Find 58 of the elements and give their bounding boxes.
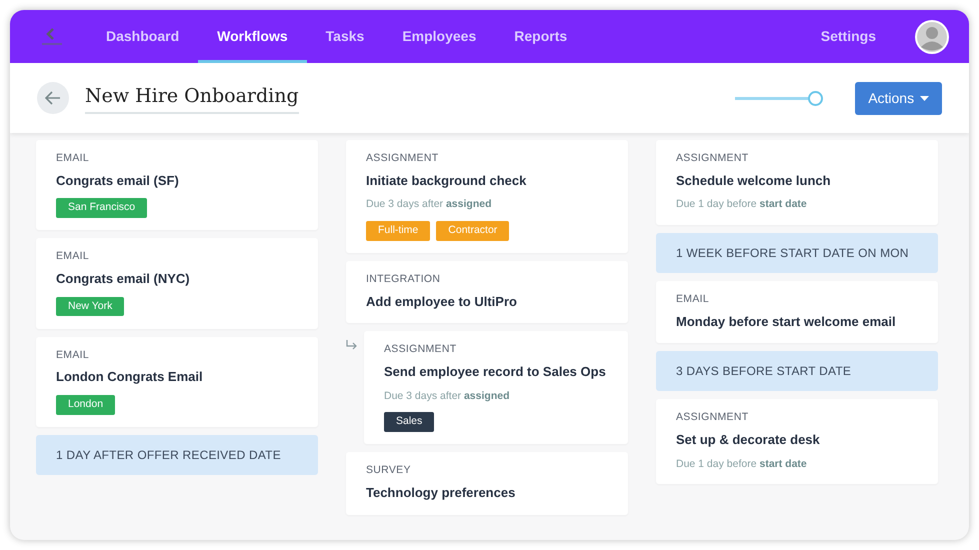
- tag: Full-time: [366, 221, 430, 241]
- task-card[interactable]: ASSIGNMENT Schedule welcome lunch Due 1 day before start date: [656, 140, 938, 225]
- tag: Contractor: [436, 221, 510, 241]
- tag: London: [56, 394, 116, 414]
- task-card[interactable]: EMAIL Congrats email (NYC) New York: [36, 238, 318, 328]
- task-card[interactable]: EMAIL London Congrats Email London: [36, 336, 318, 427]
- task-title: Technology preferences: [366, 484, 516, 502]
- nav-tab[interactable]: Reports: [495, 10, 586, 63]
- task-card[interactable]: EMAIL Congrats email (SF) San Francisco: [36, 140, 318, 230]
- back-arrow-icon: [45, 91, 61, 105]
- task-card[interactable]: ASSIGNMENT Send employee record to Sales Ops Due 3 days after assigned Sales: [364, 331, 628, 444]
- avatar-icon[interactable]: [915, 20, 949, 54]
- tag: Sales: [384, 412, 434, 432]
- task-type: INTEGRATION: [366, 272, 442, 287]
- nav-tab[interactable]: Dashboard: [87, 10, 198, 63]
- slider-thumb[interactable]: [808, 90, 824, 106]
- task-title: Monday before start welcome email: [676, 312, 897, 331]
- timing-banner: 1 WEEK BEFORE START DATE ON MON: [656, 233, 938, 273]
- task-title: Congrats email (SF): [56, 172, 180, 190]
- zoom-slider[interactable]: [735, 90, 824, 106]
- actions-button[interactable]: Actions: [855, 82, 942, 114]
- nav-tab[interactable]: Employees: [383, 10, 496, 63]
- tag: New York: [56, 296, 124, 316]
- due-text: Due 1 day before start date: [676, 197, 808, 212]
- task-type: EMAIL: [56, 348, 90, 362]
- task-title: Set up & decorate desk: [676, 431, 821, 449]
- workflow-title[interactable]: New Hire Onboarding: [85, 82, 299, 114]
- due-text: Due 3 days after assigned: [366, 197, 492, 212]
- task-title: Congrats email (NYC): [56, 270, 191, 288]
- task-title: Send employee record to Sales Ops: [384, 363, 607, 381]
- task-card[interactable]: ASSIGNMENT Initiate background check Due 3 days after assigned Full-time Contractor: [346, 140, 628, 253]
- logo-icon: [40, 26, 64, 46]
- timing-banner: 3 DAYS BEFORE START DATE: [656, 351, 938, 392]
- task-title: Schedule welcome lunch: [676, 172, 832, 190]
- due-text: Due 3 days after assigned: [384, 388, 510, 404]
- task-type: EMAIL: [56, 249, 90, 264]
- task-type: ASSIGNMENT: [676, 410, 750, 426]
- task-card[interactable]: SURVEY Technology preferences: [346, 452, 628, 514]
- caret-icon: [920, 96, 929, 102]
- task-type: ASSIGNMENT: [676, 151, 750, 166]
- settings-link[interactable]: Settings: [802, 10, 895, 63]
- task-title: Add employee to UltiPro: [366, 292, 518, 311]
- task-title: London Congrats Email: [56, 368, 204, 386]
- nav-tab[interactable]: Tasks: [306, 10, 384, 63]
- task-card[interactable]: INTEGRATION Add employee to UltiPro: [346, 261, 628, 324]
- task-card[interactable]: ASSIGNMENT Set up & decorate desk Due 1 day before start date: [656, 399, 938, 484]
- task-title: Initiate background check: [366, 172, 528, 190]
- back-button[interactable]: [37, 82, 69, 114]
- due-text: Due 1 day before start date: [676, 456, 808, 472]
- branch-arrow-icon: [346, 340, 358, 350]
- task-type: ASSIGNMENT: [384, 342, 458, 358]
- tag: San Francisco: [56, 198, 148, 218]
- task-card[interactable]: EMAIL Monday before start welcome email: [656, 281, 938, 344]
- task-type: EMAIL: [676, 292, 710, 307]
- task-type: SURVEY: [366, 463, 412, 478]
- timing-banner: 1 DAY AFTER OFFER RECEIVED DATE: [36, 434, 318, 475]
- task-type: ASSIGNMENT: [366, 151, 440, 166]
- task-type: EMAIL: [56, 151, 90, 166]
